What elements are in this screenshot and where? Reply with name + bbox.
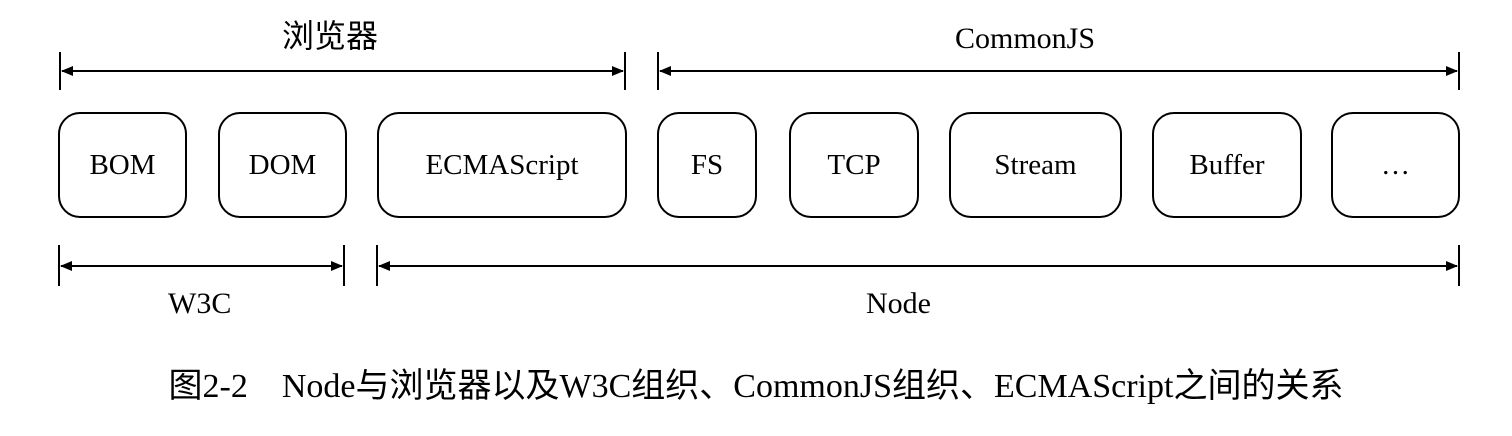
fs-module-box: FS [657, 112, 757, 218]
buffer-module-label: Buffer [1189, 148, 1265, 181]
dom-module-box: DOM [218, 112, 347, 218]
tcp-module-box: TCP [789, 112, 919, 218]
diagram-stage: 浏览器 CommonJS BOM DOM ECMAScript FS TCP S… [0, 0, 1512, 436]
commonjs-range-label: CommonJS [955, 22, 1096, 55]
browser-range-label: 浏览器 [282, 17, 379, 55]
buffer-module-box: Buffer [1152, 112, 1302, 218]
ellipsis-label: … [1381, 148, 1410, 181]
figure-caption: 图2-2 Node与浏览器以及W3C组织、CommonJS组织、ECMAScri… [168, 368, 1344, 405]
ecmascript-module-label: ECMAScript [425, 148, 579, 181]
node-range-label: Node [866, 287, 931, 320]
stream-module-label: Stream [994, 148, 1077, 181]
more-modules-box: … [1331, 112, 1460, 218]
tcp-module-label: TCP [827, 148, 881, 181]
stream-module-box: Stream [949, 112, 1122, 218]
bom-module-box: BOM [58, 112, 187, 218]
w3c-range-label: W3C [168, 287, 232, 320]
bom-module-label: BOM [89, 148, 156, 181]
dom-module-label: DOM [248, 148, 317, 181]
fs-module-label: FS [690, 148, 724, 181]
ecmascript-module-box: ECMAScript [377, 112, 627, 218]
